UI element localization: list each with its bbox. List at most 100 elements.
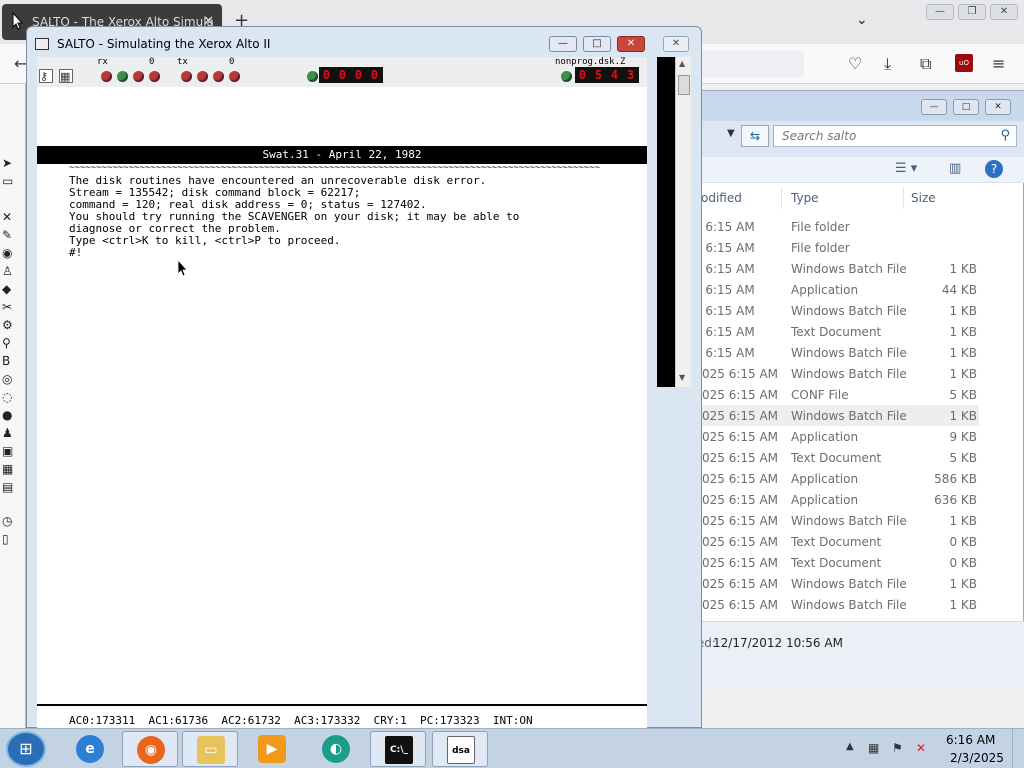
background-window-close-button[interactable]: ✕ [663,36,689,52]
table-row[interactable]: 2/3/2025 6:15 AM Windows Batch File 1 KB [655,594,979,615]
browser-close-button[interactable]: ✕ [990,4,1018,20]
monitor-tool-icon[interactable]: ▭ [2,174,16,188]
linux-tool-icon[interactable]: ♟ [2,426,16,440]
taskbar-salto[interactable]: dsa [432,731,488,767]
figure-tool-icon[interactable]: ♙ [2,264,16,278]
chat-tool-icon[interactable]: ▣ [2,444,16,458]
behance-tool-icon[interactable]: B [2,354,16,368]
table-row[interactable]: 2/3/2025 6:15 AM Text Document 0 KB [655,531,979,552]
browser-minimize-button[interactable]: — [926,4,954,20]
explorer-search-input[interactable]: Search salto ⚲ [773,125,1017,147]
search-icon[interactable]: ⚲ [1000,128,1010,143]
extensions-icon[interactable]: ⧉ [920,54,931,74]
start-button[interactable]: ⊞ [6,731,46,767]
explorer-minimize-button[interactable]: — [921,99,947,115]
target-tool-icon[interactable]: ◌ [2,390,16,404]
explorer-close-button[interactable]: ✕ [985,99,1011,115]
table-row[interactable]: 2/3/2025 6:15 AM Text Document 0 KB [655,552,979,573]
table-row[interactable]: 2/3/2025 6:15 AM Application 9 KB [655,426,979,447]
preview-pane-icon[interactable]: ▥ [949,161,961,176]
column-size[interactable]: Size [911,191,936,205]
column-separator[interactable] [781,187,782,209]
url-bar[interactable] [700,50,804,78]
column-separator[interactable] [903,187,904,209]
tab-list-chevron-icon[interactable]: ⌄ [856,12,868,28]
browser-maximize-button[interactable]: ❐ [958,4,986,20]
salto-maximize-button[interactable]: □ [583,36,611,52]
volume-muted-icon[interactable]: ✕ [916,741,930,755]
tools-icon[interactable]: ✂ [2,300,16,314]
network-icon[interactable]: ▦ [868,741,882,755]
scroll-down-icon[interactable]: ▼ [679,373,685,382]
eye-tool-icon[interactable]: ◉ [2,246,16,260]
cursor-tool-icon[interactable]: ➤ [2,156,16,170]
taskbar-app[interactable]: ◐ [308,731,364,767]
apple-tool-icon[interactable]: ● [2,408,16,422]
details-value: 12/17/2012 10:56 AM [713,636,843,650]
row-size: 586 KB [934,472,977,486]
window-app-icon [35,38,49,50]
table-row[interactable]: 2025 6:15 AM File folder [655,237,979,258]
table-row[interactable]: 2025 6:15 AM File folder [655,216,979,237]
explorer-column-headers: odified Type Size [655,187,1024,209]
downloads-icon[interactable]: ⤓ [884,54,891,74]
globe-tool-icon[interactable]: ◎ [2,372,16,386]
view-options-icon[interactable]: ☰ ▾ [895,161,917,176]
film-icon[interactable]: ▦ [59,69,73,83]
clock-date[interactable]: 2/3/2025 [950,751,1004,765]
scroll-thumb[interactable] [678,75,690,95]
table-row[interactable]: 2/3/2025 6:15 AM Application 586 KB [655,468,979,489]
table-row[interactable]: 2025 6:15 AM Text Document 1 KB [655,321,979,342]
salto-close-button[interactable]: ✕ [617,36,645,52]
explorer-maximize-button[interactable]: □ [953,99,979,115]
table-row[interactable]: 2/3/2025 6:15 AM Windows Batch File 1 KB [655,510,979,531]
grid-tool-icon[interactable]: ▦ [2,462,16,476]
refresh-button[interactable]: ⇆ [741,125,769,147]
windows-start-icon: ⊞ [19,739,33,758]
taskbar-ie[interactable]: e [62,731,118,767]
table-row[interactable]: 2025 6:15 AM Windows Batch File 1 KB [655,300,979,321]
table-row[interactable]: 2/3/2025 6:15 AM Application 636 KB [655,489,979,510]
folder-icon: ▭ [197,736,225,764]
table-row[interactable]: 2/3/2025 6:15 AM Windows Batch File 1 KB [655,363,979,384]
taskbar-media[interactable]: ▶ [244,731,300,767]
taskbar-explorer[interactable]: ▭ [182,731,238,767]
table-row[interactable]: 2025 6:15 AM Application 44 KB [655,279,979,300]
table-row[interactable]: 2/3/2025 6:15 AM Text Document 5 KB [655,447,979,468]
row-type: Text Document [791,325,882,339]
pin-tool-icon[interactable]: ⚲ [2,336,16,350]
table-row[interactable]: 2/3/2025 6:15 AM CONF File 5 KB [655,384,979,405]
tx-value: 0 [229,57,235,67]
background-scrollbar[interactable]: ▲ ▼ [675,57,691,387]
clock-tool-icon[interactable]: ◷ [2,514,16,528]
gear-tool-icon[interactable]: ⚙ [2,318,16,332]
document-tool-icon[interactable]: ▯ [2,532,16,546]
taskbar-cmd[interactable]: C:\_ [370,731,426,767]
column-type[interactable]: Type [791,191,819,205]
load-disk-icon[interactable]: ⚷ [39,69,53,83]
salto-minimize-button[interactable]: — [549,36,577,52]
column-date-modified[interactable]: odified [701,191,742,205]
clock-time[interactable]: 6:16 AM [946,733,995,747]
show-desktop-button[interactable] [1012,729,1024,768]
hamburger-menu-icon[interactable]: ≡ [992,54,1005,73]
row-size: 1 KB [949,577,977,591]
folder-tool-icon[interactable]: ▤ [2,480,16,494]
scroll-up-icon[interactable]: ▲ [679,59,685,68]
pen-tool-icon[interactable]: ✎ [2,228,16,242]
help-icon[interactable]: ? [985,160,1003,178]
tray-expand-icon[interactable]: ▲ [846,741,854,752]
taskbar-firefox[interactable]: ◉ [122,731,178,767]
address-dropdown-icon[interactable]: ▼ [727,128,735,139]
x-tool-icon[interactable]: ✕ [2,210,16,224]
rx-led-3 [133,71,144,82]
table-row[interactable]: 2/3/2025 6:15 AM Windows Batch File 1 KB [655,405,979,426]
table-row[interactable]: 2025 6:15 AM Windows Batch File 1 KB [655,258,979,279]
ublock-icon[interactable]: uO [955,54,973,72]
table-row[interactable]: 2/3/2025 6:15 AM Windows Batch File 1 KB [655,573,979,594]
alto-display[interactable]: Swat.31 - April 22, 1982 ~~~~~~~~~~~~~~~… [37,87,647,729]
pocket-icon[interactable]: ♡ [848,54,862,73]
flag-icon[interactable]: ⚑ [892,741,906,755]
table-row[interactable]: 2025 6:15 AM Windows Batch File 1 KB [655,342,979,363]
diamond-tool-icon[interactable]: ◆ [2,282,16,296]
